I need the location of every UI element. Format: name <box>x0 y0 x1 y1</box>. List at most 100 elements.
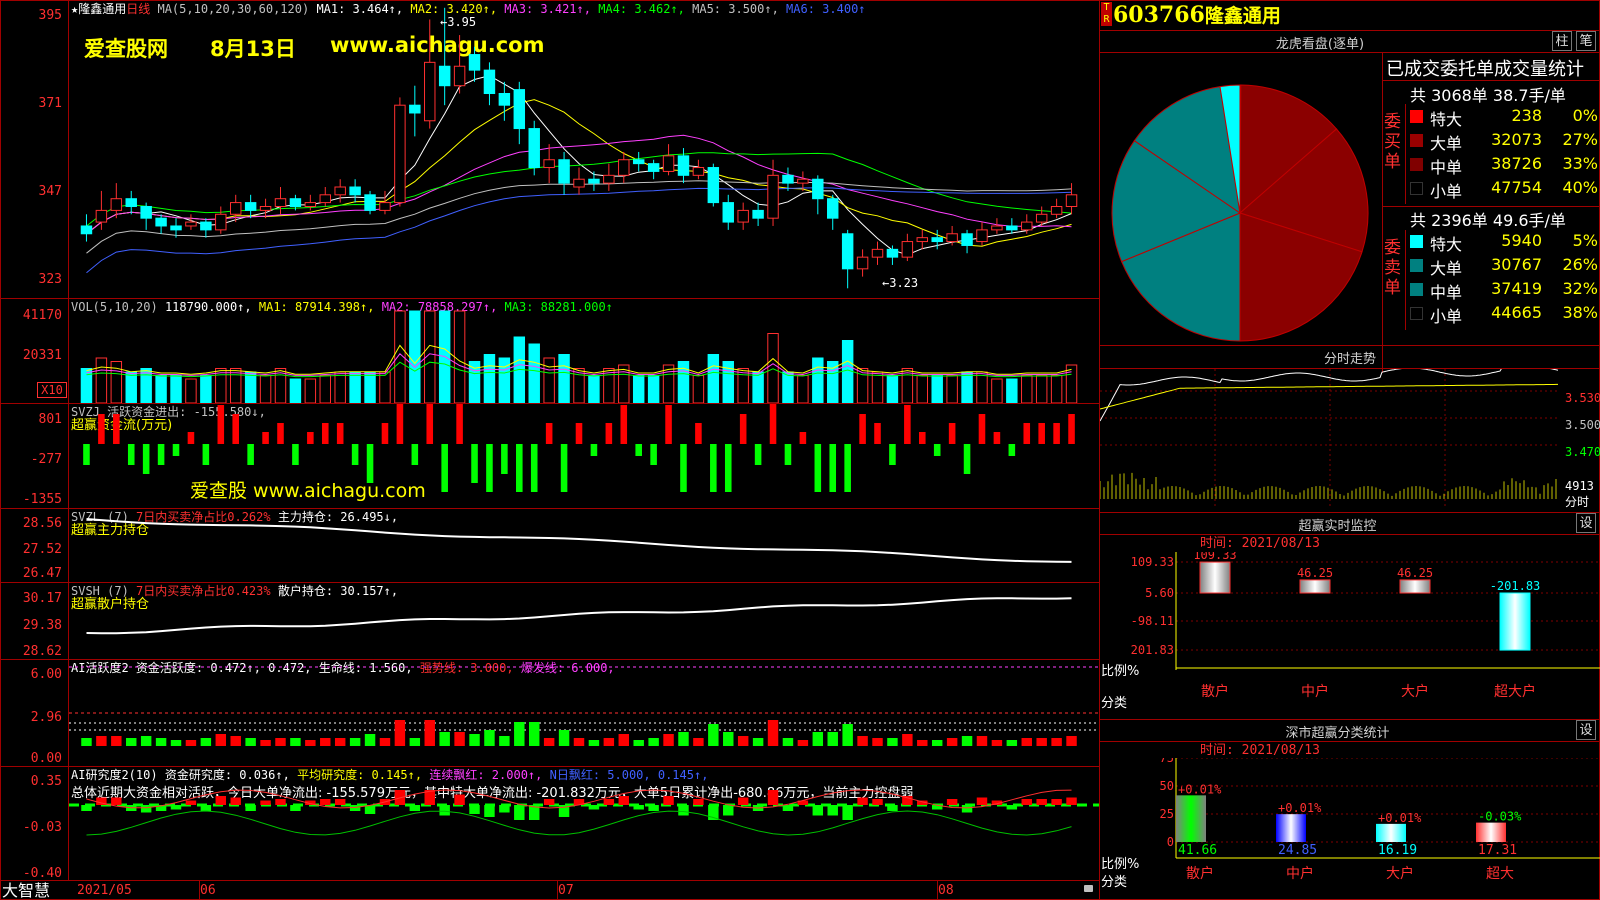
candle-body <box>737 209 749 223</box>
candle-body <box>468 54 481 71</box>
realtime-monitor-chart: 109.33 5.60 -98.11 -201.83 109.33 散户 46.25 中户 46… <box>1130 552 1600 700</box>
bar-mode-button[interactable]: 柱 <box>1552 31 1572 51</box>
activity-bar <box>469 734 480 746</box>
candle-body <box>588 178 600 184</box>
sell-swatch-1 <box>1410 235 1423 248</box>
fund-flow-bar <box>605 423 613 444</box>
candle-body <box>707 167 720 204</box>
activity-bar <box>379 738 391 746</box>
fund-flow-bar <box>232 414 239 444</box>
svzj-y-tick-2: -277 <box>30 452 62 467</box>
candle-body <box>797 178 809 184</box>
activity-bar <box>678 732 689 746</box>
candle-body <box>528 128 540 169</box>
fund-flow-bar <box>665 405 672 444</box>
activity-bar <box>842 724 853 746</box>
research-bar <box>946 799 958 805</box>
lock-icon[interactable] <box>1084 885 1093 892</box>
monitor-bar-2 <box>1299 579 1331 594</box>
volume-bar <box>304 378 317 403</box>
activity-bar <box>827 732 838 746</box>
research-bar <box>543 799 555 805</box>
fund-flow-bar <box>456 404 463 444</box>
fund-flow-bar <box>575 423 583 444</box>
volume-bar <box>349 371 361 403</box>
monitor-category-label: 分类 <box>1101 696 1128 711</box>
sz-y-tick-2: 50 <box>1160 779 1174 793</box>
sell-name-1: 特大 <box>1430 235 1463 254</box>
activity-bar <box>618 734 629 746</box>
sell-value-2: 30767 <box>1491 255 1542 274</box>
intraday-tick-2: 3.500 <box>1565 418 1600 432</box>
candle-body <box>364 194 376 211</box>
buy-value-2: 32073 <box>1491 130 1542 149</box>
volume-bar <box>185 378 197 403</box>
research-bar <box>827 805 838 816</box>
retail-holding-chart <box>86 597 1072 635</box>
fund-flow-bar <box>710 444 717 492</box>
order-pie-chart[interactable] <box>1100 53 1382 373</box>
fund-flow-bar <box>336 423 344 444</box>
activity-bar <box>155 738 167 746</box>
candle-body <box>185 221 197 227</box>
sz-settings-button[interactable]: 设 <box>1576 720 1596 740</box>
buy-value-4: 47754 <box>1491 178 1542 197</box>
volume-bar <box>95 357 108 403</box>
candle-body <box>916 237 929 243</box>
svsh-y-tick-3: 28.62 <box>22 644 62 659</box>
fund-flow-bar <box>1023 423 1031 444</box>
candlestick-chart[interactable] <box>69 0 1099 298</box>
sz-title-divider <box>1099 741 1600 742</box>
svsh-y-tick-1: 30.17 <box>22 591 62 606</box>
sz-y-tick-3: 25 <box>1160 807 1174 821</box>
fund-flow-bar <box>814 444 822 492</box>
sell-name-3: 中单 <box>1430 283 1463 302</box>
volume-bar <box>200 375 212 403</box>
monitor-bar-label-4: 超大户 <box>1494 683 1536 700</box>
volume-bar <box>632 375 645 403</box>
activity-bar <box>1021 738 1032 746</box>
volume-bar <box>364 371 376 403</box>
intraday-chart[interactable] <box>1100 369 1560 509</box>
activity-bar <box>185 740 197 746</box>
tick-mode-button[interactable]: 笔 <box>1576 31 1596 51</box>
research-bar <box>334 799 346 805</box>
volume-bar <box>80 368 93 403</box>
monitor-settings-button[interactable]: 设 <box>1576 513 1596 533</box>
high-price-value: 3.95 <box>447 15 477 29</box>
volume-bar <box>244 371 257 403</box>
candle-body <box>692 167 705 176</box>
candle-body <box>767 174 779 219</box>
candle-body <box>558 159 570 184</box>
volume-bar <box>976 371 988 403</box>
fund-flow-bar <box>1068 414 1075 444</box>
volume-bar <box>319 375 331 403</box>
candle-body <box>573 178 585 188</box>
low-price-label: ←3.23 <box>882 276 919 290</box>
fund-flow-bar <box>829 444 837 492</box>
fund-flow-bar <box>904 405 911 444</box>
monitor-bar-value-2: 46.25 <box>1297 566 1333 580</box>
candle-body <box>244 202 257 211</box>
activity-bar <box>1006 740 1018 746</box>
intraday-top-divider <box>1099 345 1600 346</box>
research-bar <box>1051 799 1062 805</box>
activity-bar <box>1051 738 1062 746</box>
buy-name-2: 大单 <box>1430 134 1463 153</box>
volume-bar <box>782 371 794 403</box>
candle-body <box>349 186 361 196</box>
research-bar <box>409 805 421 811</box>
volume-bar <box>841 340 854 403</box>
monitor-time: 时间: 2021/08/13 <box>1200 536 1320 551</box>
research-bar <box>588 805 600 810</box>
fund-flow-bar <box>889 444 896 465</box>
candle-body <box>453 65 466 87</box>
fund-flow-bar <box>172 444 180 456</box>
sell-name-2: 大单 <box>1430 259 1463 278</box>
activity-bar <box>454 732 465 746</box>
activity-bar <box>1036 738 1047 746</box>
fund-flow-bar <box>307 432 314 444</box>
fund-flow-bar <box>247 444 254 465</box>
monitor-y-tick-1: 109.33 <box>1131 555 1174 569</box>
sz-bar-label-2: 中户 <box>1286 865 1314 882</box>
